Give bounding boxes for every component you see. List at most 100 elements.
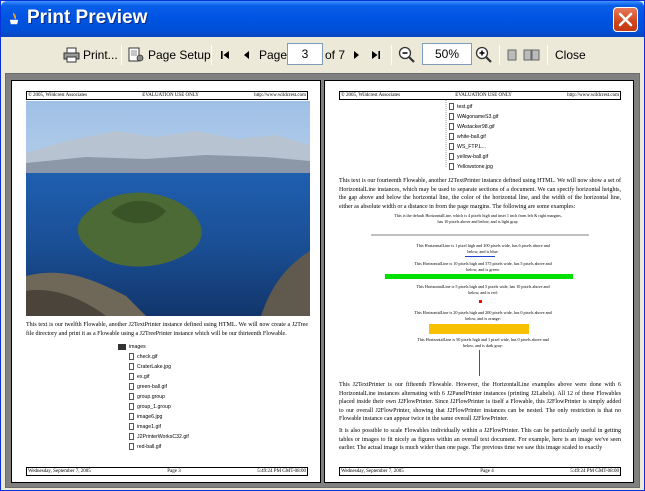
hline-note: This HorizontalLine is 20 pixels high an… — [414, 310, 552, 321]
file-icon — [449, 153, 454, 160]
close-button[interactable]: Close — [555, 44, 586, 66]
tree-item-label: WAlgonameS3.gif — [457, 113, 499, 120]
close-window-button[interactable] — [613, 7, 638, 32]
page-header: © 2005, Wildcrest Associates EVALUATION … — [26, 91, 308, 100]
two-page-icon — [523, 49, 540, 61]
first-page-icon — [221, 51, 229, 59]
footer-page-number: Page 3 — [167, 469, 181, 474]
toolbar-separator — [547, 45, 548, 65]
tree-item-label: ex.gif — [137, 373, 150, 380]
tree-item: WS_FTP.L... — [449, 142, 486, 151]
tree-item: WAlgonameS3.gif — [449, 112, 498, 121]
preview-page-3: © 2005, Wildcrest Associates EVALUATION … — [11, 80, 321, 483]
tree-item: J2PrinterWorksC32.gif — [129, 432, 189, 441]
footer-date: Wednesday, September 7, 2005 — [341, 469, 404, 474]
title-bar[interactable]: Print Preview — [1, 1, 644, 37]
tree-item: image1.gif — [129, 422, 161, 431]
zoom-in-button[interactable] — [475, 44, 493, 66]
red-horizontal-line — [479, 300, 482, 303]
tree-item: WAstacker98.gif — [449, 122, 495, 131]
preview-area[interactable]: © 2005, Wildcrest Associates EVALUATION … — [5, 73, 640, 488]
tree-root-label: images — [129, 343, 146, 350]
zoom-level-input[interactable]: 50% — [422, 43, 472, 65]
header-url: http://www.wildcrest.com — [567, 93, 619, 98]
file-icon — [449, 113, 454, 120]
page-header: © 2005, Wildcrest Associates EVALUATION … — [339, 91, 621, 100]
toolbar-separator — [499, 45, 500, 65]
file-icon — [129, 403, 134, 410]
tree-item-label: Yellowstone.jpg — [457, 163, 493, 170]
file-icon — [449, 163, 454, 170]
toolbar-separator — [391, 45, 392, 65]
last-page-icon — [372, 51, 380, 59]
tree-item-label: yellow-ball.gif — [457, 153, 489, 160]
paragraph-text: This text is our twelfth Flowable, anoth… — [26, 322, 308, 337]
next-page-button[interactable] — [352, 44, 362, 66]
next-icon — [354, 51, 359, 59]
file-icon — [129, 393, 134, 400]
printer-icon — [63, 47, 80, 63]
header-evaluation: EVALUATION USE ONLY — [142, 93, 199, 98]
java-icon — [9, 12, 19, 25]
tree-item: ex.gif — [129, 372, 149, 381]
tree-item: group.group — [129, 392, 165, 401]
tree-item: CraterLake.jpg — [129, 362, 171, 371]
tree-item: image6.jpg — [129, 412, 162, 421]
toolbar: Print... Page Setup Page 3 of 7 50% Clos… — [5, 39, 640, 71]
file-icon — [449, 123, 454, 130]
page-number-input[interactable]: 3 — [287, 43, 323, 65]
hline-note: This is the default HorizontalLine, whic… — [394, 213, 562, 224]
paragraph-text: This text is our fourteenth Flowable, an… — [339, 178, 621, 210]
tree-item-label: CraterLake.jpg — [137, 363, 172, 370]
file-icon — [449, 133, 454, 140]
page-setup-icon — [128, 47, 144, 62]
tree-root: images — [118, 342, 146, 351]
first-page-button[interactable] — [219, 44, 231, 66]
tree-item: green-ball.gif — [129, 382, 167, 391]
paragraph-text: This J2TextPrinter is our fifteenth Flow… — [339, 382, 621, 423]
file-icon — [129, 383, 134, 390]
tree-item-label: J2PrinterWorksC32.gif — [137, 433, 189, 440]
tree-item: check.gif — [129, 352, 157, 361]
blue-horizontal-line — [465, 256, 495, 257]
zoom-out-icon — [398, 46, 415, 63]
two-page-view-button[interactable] — [523, 44, 541, 66]
single-page-view-button[interactable] — [507, 44, 517, 66]
header-copyright: © 2005, Wildcrest Associates — [341, 93, 401, 98]
tree-item-label: green-ball.gif — [137, 383, 167, 390]
zoom-in-icon — [475, 46, 492, 63]
hline-note: This HorizontalLine is 10 pixels high an… — [414, 261, 552, 272]
page-footer: Wednesday, September 7, 2005 Page 4 5:49… — [339, 467, 621, 476]
file-icon — [129, 423, 134, 430]
orange-horizontal-line — [429, 324, 529, 334]
green-horizontal-line — [385, 274, 573, 279]
header-url: http://www.wildcrest.com — [254, 93, 306, 98]
tree-item-label: group.group — [137, 393, 165, 400]
tree-item: white-ball.gif — [449, 132, 486, 141]
page-count-label: of 7 — [325, 48, 346, 62]
page-setup-label: Page Setup — [148, 48, 211, 62]
zoom-out-button[interactable] — [398, 44, 416, 66]
file-icon — [129, 443, 134, 450]
footer-time: 5:49:24 PM GMT-08:00 — [570, 469, 619, 474]
hline-note: This HorizontalLine is 5 pixels high and… — [416, 284, 550, 295]
page-setup-button[interactable]: Page Setup — [127, 44, 211, 66]
single-page-icon — [507, 49, 517, 61]
gray-horizontal-line — [371, 234, 589, 236]
page-label: Page — [259, 48, 288, 62]
tree-item-label: image6.jpg — [137, 413, 163, 420]
footer-date: Wednesday, September 7, 2005 — [28, 469, 91, 474]
footer-time: 5:49:24 PM GMT-08:00 — [257, 469, 306, 474]
tree-item: test.gif — [449, 102, 472, 111]
last-page-button[interactable] — [370, 44, 382, 66]
file-icon — [129, 363, 134, 370]
previous-page-button[interactable] — [241, 44, 251, 66]
print-button[interactable]: Print... — [63, 44, 118, 66]
file-icon — [129, 413, 134, 420]
tree-item: red-ball.gif — [129, 442, 161, 451]
tree-item-label: test.gif — [457, 103, 473, 110]
crater-lake-image — [26, 101, 310, 316]
close-icon — [618, 12, 633, 27]
toolbar-separator — [121, 45, 122, 65]
header-evaluation: EVALUATION USE ONLY — [455, 93, 512, 98]
